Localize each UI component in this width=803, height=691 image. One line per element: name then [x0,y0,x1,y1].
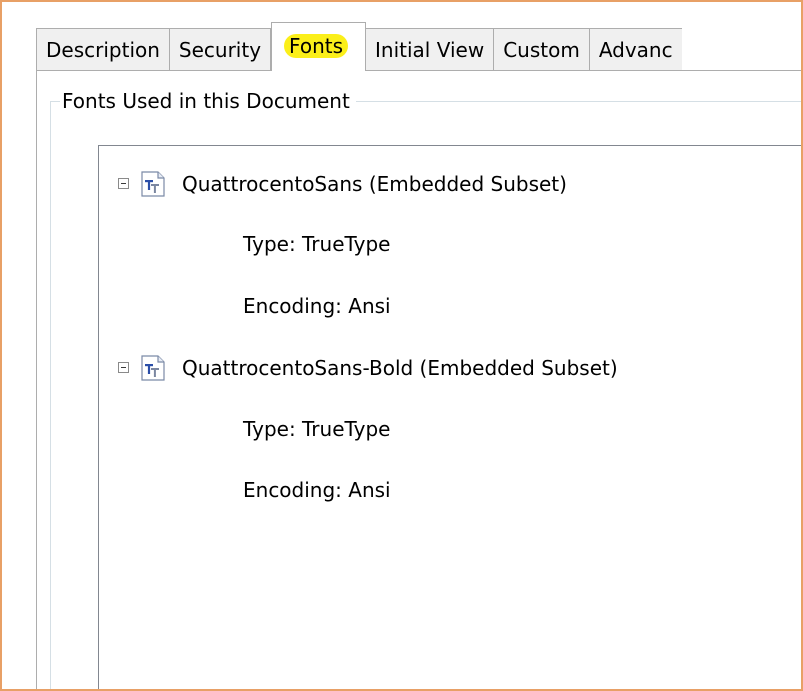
font-encoding: Encoding: Ansi [243,478,391,502]
tab-fonts-label: Fonts [284,34,349,58]
tab-advanced[interactable]: Advanc [589,28,682,71]
group-box-title: Fonts Used in this Document [60,86,356,116]
font-type: Type: TrueType [243,232,391,256]
tab-initial-view-label: Initial View [375,38,485,62]
font-name: QuattrocentoSans (Embedded Subset) [182,172,567,196]
font-name: QuattrocentoSans-Bold (Embedded Subset) [182,356,618,380]
tree-node-font-2[interactable]: QuattrocentoSans-Bold (Embedded Subset) [99,348,801,388]
tree-node-font-1[interactable]: QuattrocentoSans (Embedded Subset) [99,164,801,204]
truetype-font-icon [141,171,165,197]
tab-security[interactable]: Security [169,28,272,71]
tab-fonts[interactable]: Fonts [271,22,367,71]
collapse-toggle-icon[interactable] [118,178,129,189]
tab-advanced-label: Advanc [598,38,673,62]
collapse-toggle-icon[interactable] [118,362,129,373]
document-properties-dialog: Description Security Fonts Initial View … [0,0,803,691]
tab-strip: Description Security Fonts Initial View … [36,22,801,71]
fonts-tree-view[interactable]: QuattrocentoSans (Embedded Subset) Type:… [98,145,801,689]
font-type: Type: TrueType [243,417,391,441]
tab-initial-view[interactable]: Initial View [366,28,495,71]
tab-custom[interactable]: Custom [494,28,590,71]
tab-security-label: Security [178,38,262,62]
truetype-font-icon [141,355,165,381]
tab-custom-label: Custom [503,38,580,62]
tab-description[interactable]: Description [36,28,170,71]
tab-description-label: Description [46,38,160,62]
font-encoding: Encoding: Ansi [243,294,391,318]
fonts-tab-panel: Fonts Used in this Document Quattrocento… [36,70,801,689]
